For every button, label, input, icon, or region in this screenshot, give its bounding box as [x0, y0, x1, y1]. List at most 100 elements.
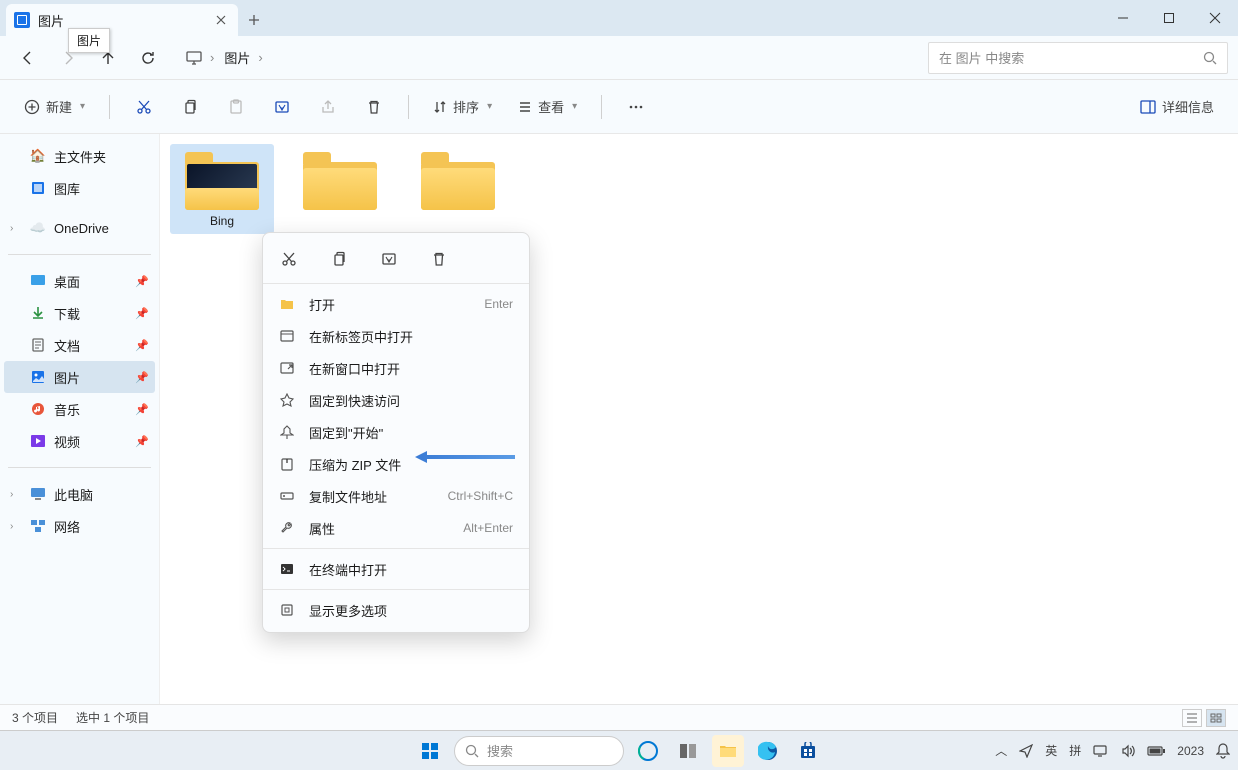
details-panel-button[interactable]: 详细信息 — [1132, 89, 1222, 125]
chevron-down-icon: ▾ — [487, 101, 492, 112]
cloud-icon: ☁️ — [30, 220, 46, 236]
breadcrumb-pictures[interactable]: 图片 › — [224, 48, 262, 67]
new-window-icon — [279, 362, 295, 374]
chevron-right-icon[interactable]: › — [10, 223, 22, 234]
pin-icon[interactable]: 📌 — [135, 307, 149, 320]
chevron-down-icon: ▾ — [572, 101, 577, 112]
tab-pictures[interactable]: 图片 — [6, 4, 238, 36]
sidebar-videos[interactable]: 视频📌 — [4, 425, 155, 457]
separator — [408, 95, 409, 119]
sidebar-documents[interactable]: 文档📌 — [4, 329, 155, 361]
back-button[interactable] — [10, 40, 46, 76]
sidebar-music[interactable]: 音乐📌 — [4, 393, 155, 425]
monitor-icon — [186, 51, 202, 65]
ctx-copy-button[interactable] — [325, 245, 353, 273]
volume-icon[interactable] — [1121, 744, 1135, 758]
tab-tooltip: 图片 — [68, 28, 110, 53]
delete-button[interactable] — [356, 89, 392, 125]
ctx-pin-start[interactable]: 固定到"开始" — [263, 416, 529, 448]
pin-icon[interactable]: 📌 — [135, 435, 149, 448]
sidebar-home[interactable]: 🏠主文件夹 — [4, 140, 155, 172]
copilot-button[interactable] — [632, 735, 664, 767]
sidebar-pictures[interactable]: 图片📌 — [4, 361, 155, 393]
status-count: 3 个项目 — [12, 709, 58, 726]
path-icon — [279, 490, 295, 502]
ctx-open-window[interactable]: 在新窗口中打开 — [263, 352, 529, 384]
view-button[interactable]: 查看 ▾ — [510, 89, 585, 125]
folder-bing[interactable]: Bing — [170, 144, 274, 234]
cut-button[interactable] — [126, 89, 162, 125]
search-placeholder: 在 图片 中搜索 — [939, 48, 1203, 67]
separator — [263, 589, 529, 590]
ctx-cut-button[interactable] — [275, 245, 303, 273]
new-tab-button[interactable] — [238, 4, 270, 36]
sort-button[interactable]: 排序 ▾ — [425, 89, 500, 125]
ctx-delete-button[interactable] — [425, 245, 453, 273]
wrench-icon — [279, 521, 295, 535]
folder-grid: Bing — [170, 144, 1228, 234]
tab-title: 图片 — [38, 11, 64, 30]
chevron-right-icon[interactable]: › — [10, 521, 22, 532]
taskbar-search[interactable]: 搜索 — [454, 736, 624, 766]
start-button[interactable] — [414, 735, 446, 767]
ime-lang[interactable]: 英 — [1045, 742, 1057, 759]
tray-chevron-icon[interactable]: ︿ — [995, 742, 1007, 759]
edge-button[interactable] — [752, 735, 784, 767]
maximize-button[interactable] — [1146, 0, 1192, 36]
ctx-rename-button[interactable] — [375, 245, 403, 273]
tab-close-icon[interactable] — [212, 11, 230, 29]
location-icon[interactable] — [1019, 744, 1033, 758]
search-input[interactable]: 在 图片 中搜索 — [928, 42, 1228, 74]
copy-button[interactable] — [172, 89, 208, 125]
sidebar-network[interactable]: ›网络 — [4, 510, 155, 542]
store-button[interactable] — [792, 735, 824, 767]
sidebar-downloads[interactable]: 下载📌 — [4, 297, 155, 329]
sidebar-onedrive[interactable]: ›☁️OneDrive — [4, 212, 155, 244]
pictures-icon — [30, 369, 46, 385]
ime-mode[interactable]: 拼 — [1069, 742, 1081, 759]
list-icon — [518, 100, 532, 114]
share-button[interactable] — [310, 89, 346, 125]
more-icon — [279, 603, 295, 617]
refresh-button[interactable] — [130, 40, 166, 76]
chevron-right-icon[interactable]: › — [10, 489, 22, 500]
folder-item[interactable] — [406, 144, 510, 234]
view-list-button[interactable] — [1182, 709, 1202, 727]
sidebar-thispc[interactable]: ›此电脑 — [4, 478, 155, 510]
minimize-button[interactable] — [1100, 0, 1146, 36]
plus-circle-icon — [24, 99, 40, 115]
rename-button[interactable] — [264, 89, 300, 125]
pin-icon[interactable]: 📌 — [135, 275, 149, 288]
breadcrumb-root[interactable]: › — [186, 50, 214, 65]
ctx-pin-quick[interactable]: 固定到快速访问 — [263, 384, 529, 416]
address-bar[interactable]: › 图片 › — [178, 42, 916, 74]
pin-icon[interactable]: 📌 — [135, 403, 149, 416]
more-button[interactable] — [618, 89, 654, 125]
network-icon[interactable] — [1093, 744, 1109, 758]
clock-year[interactable]: 2023 — [1177, 744, 1204, 758]
pin-icon[interactable]: 📌 — [135, 371, 149, 384]
explorer-button[interactable] — [712, 735, 744, 767]
ctx-more[interactable]: 显示更多选项 — [263, 594, 529, 626]
sidebar-gallery[interactable]: 图库 — [4, 172, 155, 204]
ctx-copy-path[interactable]: 复制文件地址Ctrl+Shift+C — [263, 480, 529, 512]
close-button[interactable] — [1192, 0, 1238, 36]
task-view-button[interactable] — [672, 735, 704, 767]
sidebar-desktop[interactable]: 桌面📌 — [4, 265, 155, 297]
view-icons-button[interactable] — [1206, 709, 1226, 727]
ctx-terminal[interactable]: 在终端中打开 — [263, 553, 529, 585]
body: 🏠主文件夹 图库 ›☁️OneDrive 桌面📌 下载📌 文档📌 图片📌 音乐📌… — [0, 134, 1238, 704]
pin-icon[interactable]: 📌 — [135, 339, 149, 352]
paste-button[interactable] — [218, 89, 254, 125]
new-button[interactable]: 新建 ▾ — [16, 89, 93, 125]
separator — [601, 95, 602, 119]
ctx-open[interactable]: 打开Enter — [263, 288, 529, 320]
folder-item[interactable] — [288, 144, 392, 234]
folder-icon — [180, 150, 264, 210]
ctx-open-tab[interactable]: 在新标签页中打开 — [263, 320, 529, 352]
folder-icon — [298, 150, 382, 210]
battery-icon[interactable] — [1147, 746, 1165, 756]
download-icon — [30, 305, 46, 321]
ctx-properties[interactable]: 属性Alt+Enter — [263, 512, 529, 544]
notifications-icon[interactable] — [1216, 743, 1230, 759]
